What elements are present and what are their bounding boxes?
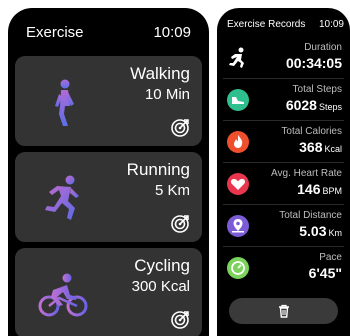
heart-icon [227,173,249,195]
exercise-name: Cycling [134,256,190,275]
record-value: 146 BPM [297,181,342,197]
exercise-name: Walking [130,64,190,83]
record-value: 5.03 Km [299,223,342,239]
screen-title: Exercise Records [227,19,306,30]
record-value: 6028 Steps [285,97,342,113]
exercise-goal: 5 Km [154,182,190,199]
record-duration: Duration 00:34:05 [223,38,344,79]
record-label: Total Steps [292,84,342,95]
flame-icon [227,131,249,153]
exercise-card-walking[interactable]: Walking 10 Min [15,56,202,146]
record-label: Pace [319,252,342,263]
record-value: 6'45" [308,265,342,281]
speed-gauge-icon [227,257,249,279]
exercise-goal: 10 Min [144,86,190,103]
record-pace: Pace 6'45" [223,248,344,288]
exercise-card-running[interactable]: Running 5 Km [15,152,202,242]
screen-title: Exercise [26,24,84,41]
location-icon [227,215,249,237]
exercise-card-cycling[interactable]: Cycling 300 Kcal [15,248,202,336]
exercise-screen: Exercise 10:09 Walking 10 Min Running 5 … [8,8,209,336]
target-icon[interactable] [170,118,190,138]
record-value: 368 Kcal [299,139,342,155]
exercise-records-screen: Exercise Records 10:09 Duration 00:34:05… [217,8,350,336]
record-avg-heart-rate: Avg. Heart Rate 146 BPM [223,164,344,205]
person-running-icon [229,47,244,68]
clock: 10:09 [318,19,344,30]
record-label: Total Calories [281,126,342,137]
walking-icon [55,79,74,126]
target-icon[interactable] [170,310,190,330]
record-label: Avg. Heart Rate [271,168,342,179]
running-icon [45,175,79,220]
target-icon[interactable] [170,214,190,234]
record-total-steps: Total Steps 6028 Steps [223,80,344,121]
delete-record-button[interactable] [229,298,338,324]
shoe-icon [227,89,249,111]
trash-icon [278,304,289,318]
exercise-name: Running [126,160,190,179]
record-total-distance: Total Distance 5.03 Km [223,206,344,247]
record-value: 00:34:05 [285,55,342,71]
exercise-goal: 300 Kcal [131,278,190,295]
cycling-icon [38,273,88,317]
clock: 10:09 [153,24,191,41]
record-total-calories: Total Calories 368 Kcal [223,122,344,163]
record-label: Duration [304,42,342,53]
record-label: Total Distance [279,210,342,221]
